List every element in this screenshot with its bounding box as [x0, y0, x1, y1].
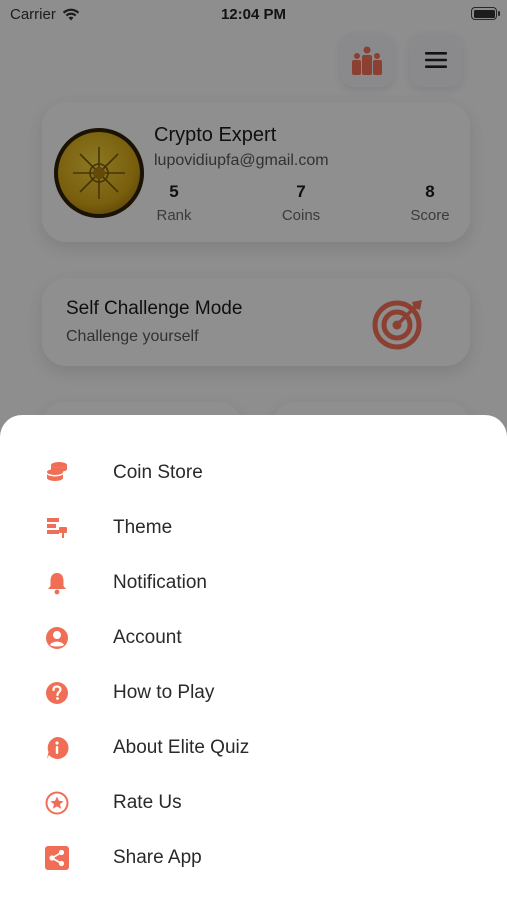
menu-item-about[interactable]: About Elite Quiz — [0, 724, 507, 770]
star-icon — [44, 790, 70, 816]
menu-item-how-to-play[interactable]: How to Play — [0, 669, 507, 715]
info-icon — [44, 735, 70, 761]
theme-icon — [44, 515, 70, 541]
menu-item-rate-us[interactable]: Rate Us — [0, 779, 507, 825]
menu-item-label: Share App — [113, 847, 202, 868]
menu-item-label: How to Play — [113, 682, 215, 703]
bell-icon — [44, 570, 70, 596]
account-icon — [44, 625, 70, 651]
share-icon — [44, 845, 70, 871]
menu-item-label: Notification — [113, 572, 207, 593]
menu-item-account[interactable]: Account — [0, 614, 507, 660]
menu-item-share-app[interactable]: Share App — [0, 834, 507, 880]
menu-item-label: Account — [113, 627, 182, 648]
menu-item-label: About Elite Quiz — [113, 737, 250, 758]
menu-item-coin-store[interactable]: Coin Store — [0, 449, 507, 495]
coins-icon — [44, 460, 70, 486]
menu-item-theme[interactable]: Theme — [0, 504, 507, 550]
menu-item-label: Rate Us — [113, 792, 182, 813]
menu-item-label: Coin Store — [113, 462, 203, 483]
help-icon — [44, 680, 70, 706]
menu-item-notification[interactable]: Notification — [0, 559, 507, 605]
menu-item-label: Theme — [113, 517, 173, 538]
bottom-sheet-menu: Coin Store Theme Notification Account Ho… — [0, 415, 507, 900]
